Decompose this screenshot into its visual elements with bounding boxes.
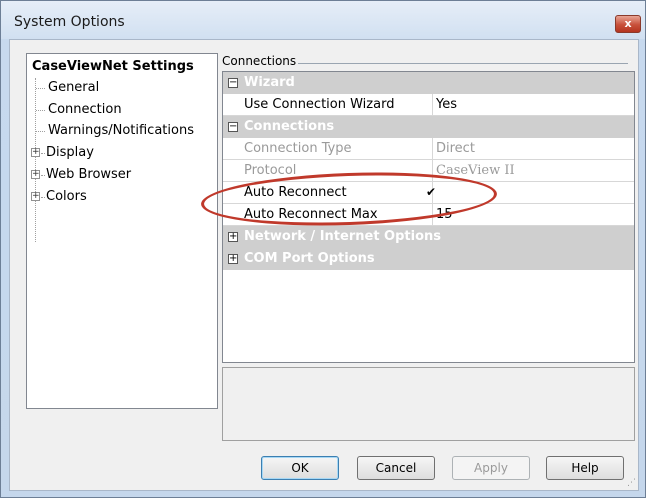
tree-item-general[interactable]: General: [48, 78, 99, 98]
cancel-button[interactable]: Cancel: [357, 456, 435, 480]
pane-title-divider: [298, 63, 628, 64]
property-value: Direct: [436, 141, 475, 156]
tree-connector: [41, 153, 45, 154]
category-connections[interactable]: − Connections: [223, 116, 634, 138]
tree-item-warnings-notifications[interactable]: Warnings/Notifications: [48, 121, 194, 141]
category-label: Connections: [244, 119, 335, 134]
tree-connector: [41, 197, 45, 198]
category-label: Network / Internet Options: [244, 229, 442, 244]
ok-button[interactable]: OK: [261, 456, 339, 480]
expand-icon[interactable]: +: [228, 254, 238, 264]
collapse-icon[interactable]: −: [228, 78, 238, 88]
expand-icon[interactable]: +: [31, 192, 40, 201]
dialog-client-area: CaseViewNet Settings General Connection …: [9, 39, 639, 491]
close-icon[interactable]: x: [615, 15, 641, 33]
tree-connector: [36, 131, 45, 132]
expand-icon[interactable]: +: [31, 148, 40, 157]
tree-connector: [41, 175, 45, 176]
tree-item-connection[interactable]: Connection: [48, 100, 122, 120]
settings-tree[interactable]: CaseViewNet Settings General Connection …: [26, 53, 218, 409]
expand-icon[interactable]: +: [31, 170, 40, 179]
pane-title: Connections: [222, 54, 297, 68]
column-divider: [432, 138, 433, 160]
property-name: Connection Type: [244, 141, 352, 156]
expand-icon[interactable]: +: [228, 232, 238, 242]
category-wizard[interactable]: − Wizard: [223, 72, 634, 94]
tree-item-web-browser[interactable]: Web Browser: [46, 165, 131, 185]
title-bar[interactable]: System Options x: [1, 1, 645, 39]
collapse-icon[interactable]: −: [228, 122, 238, 132]
tree-item-colors[interactable]: Colors: [46, 187, 87, 207]
tree-root[interactable]: CaseViewNet Settings: [32, 57, 194, 77]
category-com-port-options[interactable]: + COM Port Options: [223, 248, 634, 270]
apply-button: Apply: [452, 456, 530, 480]
tree-connector: [36, 110, 45, 111]
tree-item-display[interactable]: Display: [46, 143, 94, 163]
resize-grip-icon[interactable]: ⋰: [627, 478, 636, 488]
property-name: Use Connection Wizard: [244, 97, 395, 112]
column-divider: [432, 94, 433, 116]
window-title: System Options: [14, 14, 125, 30]
category-label: COM Port Options: [244, 251, 375, 266]
tree-connector: [35, 78, 36, 242]
category-label: Wizard: [244, 75, 295, 90]
tree-connector: [36, 88, 45, 89]
description-panel: [222, 367, 635, 441]
property-use-connection-wizard[interactable]: Use Connection Wizard Yes: [223, 94, 634, 116]
property-value[interactable]: Yes: [436, 97, 457, 112]
category-network-internet-options[interactable]: + Network / Internet Options: [223, 226, 634, 248]
system-options-dialog: System Options x CaseViewNet Settings Ge…: [0, 0, 646, 498]
help-button[interactable]: Help: [546, 456, 624, 480]
property-connection-type[interactable]: Connection Type Direct: [223, 138, 634, 160]
